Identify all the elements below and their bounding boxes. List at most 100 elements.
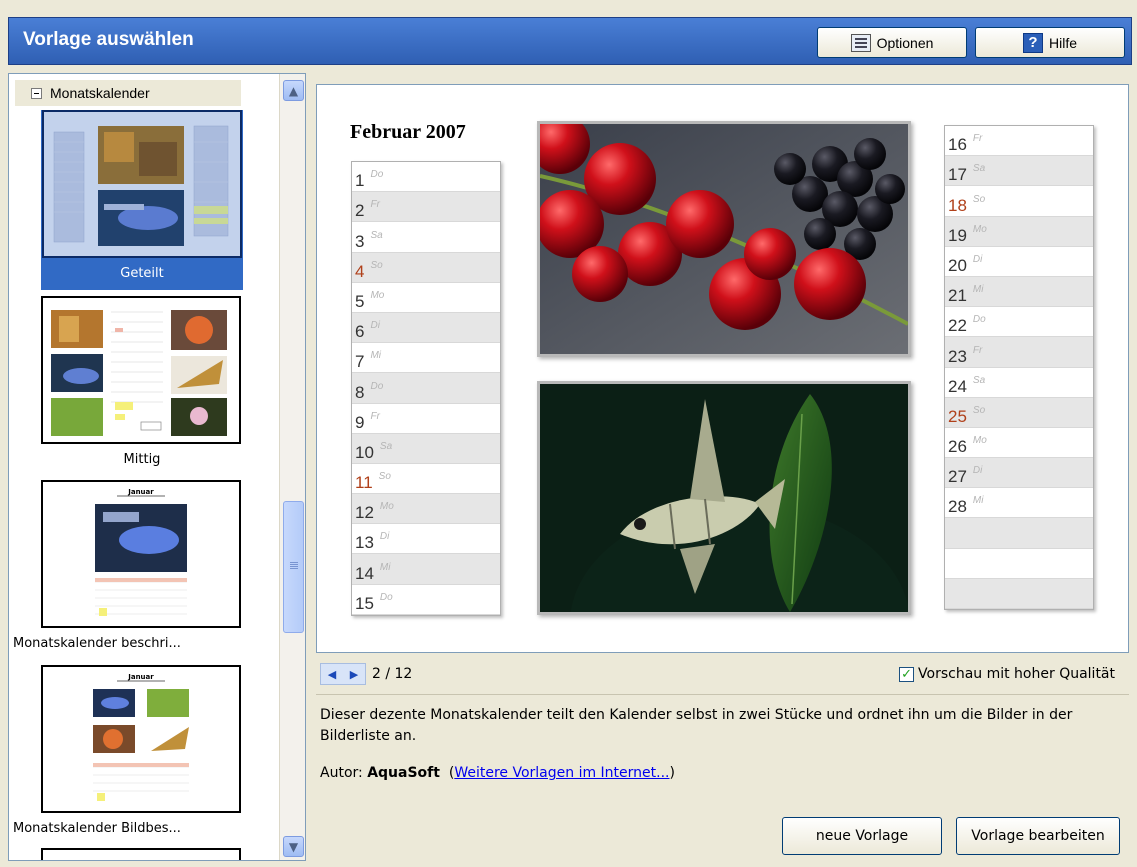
tree-group-header[interactable]: Monatskalender	[15, 80, 241, 106]
day-weekday: Mi	[972, 495, 984, 507]
day-weekday: Sa	[379, 440, 393, 452]
day-weekday: Di	[972, 253, 983, 265]
day-number: 11	[355, 473, 373, 493]
day-weekday: Do	[370, 169, 384, 181]
day-number: 28	[948, 497, 967, 517]
template-item-next[interactable]	[41, 848, 243, 860]
day-number: 24	[948, 376, 967, 396]
calendar-day-row: 14 Mi	[352, 554, 500, 585]
template-label: Monatskalender Bildbes...	[13, 821, 181, 836]
calendar-day-row: 1 Do	[352, 162, 500, 193]
calendar-day-row	[945, 578, 1093, 609]
calendar-day-row: 9 Fr	[352, 404, 500, 434]
day-number: 5	[355, 291, 365, 311]
day-weekday: Fr	[370, 199, 380, 211]
dialog-title: Vorlage auswählen	[23, 29, 194, 50]
template-item-monatskalender-bildbeschriftung[interactable]: Januar Monatskalender Bildbes...	[13, 665, 243, 845]
author-prefix: Autor:	[320, 765, 363, 781]
calendar-day-row: 20 Di	[945, 247, 1093, 277]
thumbnail-month: Januar	[127, 673, 154, 681]
options-button[interactable]: Optionen	[817, 27, 967, 58]
calendar-day-row	[945, 518, 1093, 549]
calendar-day-row: 11 So	[352, 464, 500, 495]
dialog-header: Vorlage auswählen Optionen ? Hilfe	[8, 17, 1132, 65]
template-item-mittig[interactable]: Mittig	[41, 296, 243, 476]
day-weekday: Mo	[972, 435, 987, 447]
calendar-day-row: 24 Sa	[945, 368, 1093, 398]
day-weekday: Mi	[972, 284, 984, 296]
day-number: 25	[948, 406, 967, 426]
template-thumbnail	[41, 848, 241, 860]
template-label: Monatskalender beschri...	[13, 636, 181, 651]
calendar-day-row: 16 Fr	[945, 126, 1093, 157]
day-number: 3	[355, 231, 365, 251]
day-number: 7	[355, 352, 365, 372]
day-weekday: So	[370, 259, 383, 271]
prev-page-icon[interactable]: ◀	[328, 668, 336, 681]
list-scrollbar[interactable]: ▲ ▼	[279, 74, 305, 860]
thumbnail-month: Januar	[127, 488, 154, 496]
template-label: Geteilt	[120, 266, 164, 281]
author-line: Autor: AquaSoft (Weitere Vorlagen im Int…	[320, 765, 675, 781]
day-weekday: Mo	[972, 223, 987, 235]
calendar-title: Februar 2007	[350, 121, 466, 143]
day-number: 26	[948, 437, 967, 457]
day-number: 16	[948, 135, 967, 155]
day-number: 17	[948, 165, 967, 185]
calendar-day-row: 25 So	[945, 397, 1093, 428]
calendar-day-row: 27 Di	[945, 458, 1093, 489]
template-description: Dieser dezente Monatskalender teilt den …	[316, 694, 1129, 810]
day-weekday: Do	[379, 591, 393, 603]
calendar-day-row: 17 Sa	[945, 156, 1093, 187]
day-weekday: Mi	[370, 350, 382, 362]
calendar-column-left: 1 Do 2 Fr 3 Sa 4 So 5 Mo 6 Di 7 Mi 8 Do 9 Fr 10 Sa 11 So 12 Mo 1…	[351, 161, 501, 616]
help-icon: ?	[1022, 32, 1043, 53]
day-weekday: Di	[379, 531, 390, 543]
calendar-day-row: 18 So	[945, 186, 1093, 217]
scroll-down-icon[interactable]: ▼	[283, 836, 304, 857]
calendar-preview: Februar 2007 1 Do 2 Fr 3 Sa 4 So 5 Mo 6 Di 7 Mi 8 Do 9 Fr…	[316, 84, 1129, 653]
calendar-day-row: 19 Mo	[945, 216, 1093, 247]
calendar-day-row: 21 Mi	[945, 276, 1093, 308]
template-item-monatskalender-beschriftet[interactable]: Januar Monatskalender beschri...	[13, 480, 243, 660]
scroll-thumb[interactable]	[283, 501, 304, 633]
day-weekday: Mo	[379, 501, 394, 513]
new-template-button[interactable]: neue Vorlage	[782, 817, 942, 855]
options-label: Optionen	[876, 34, 934, 51]
day-weekday: Di	[972, 465, 983, 477]
template-item-geteilt[interactable]: Geteilt	[41, 110, 243, 290]
more-templates-link[interactable]: Weitere Vorlagen im Internet...	[454, 765, 669, 781]
calendar-day-row: 28 Mi	[945, 488, 1093, 519]
high-quality-toggle[interactable]: ✓ Vorschau mit hoher Qualität	[899, 666, 1115, 682]
hq-checkbox[interactable]: ✓	[899, 666, 915, 682]
day-number: 15	[355, 593, 374, 613]
help-button[interactable]: ? Hilfe	[975, 27, 1125, 58]
fish-image	[540, 384, 908, 612]
day-number: 18	[948, 195, 967, 215]
day-weekday: Fr	[972, 344, 983, 356]
template-list[interactable]: Monatskalender Geteilt Mittig Januar Mon…	[8, 73, 306, 861]
template-thumbnail: Januar	[41, 480, 241, 628]
day-weekday: Do	[972, 314, 986, 326]
day-number: 23	[948, 346, 967, 366]
day-number: 27	[948, 467, 967, 487]
template-thumbnail	[42, 110, 242, 258]
page-indicator: 2 / 12	[372, 666, 413, 682]
photo-fish	[537, 381, 911, 615]
collapse-icon[interactable]	[31, 87, 42, 99]
day-weekday: So	[378, 471, 391, 483]
thumbnail-preview	[43, 298, 239, 442]
calendar-day-row: 3 Sa	[352, 222, 500, 253]
edit-template-button[interactable]: Vorlage bearbeiten	[956, 817, 1120, 855]
next-page-icon[interactable]: ▶	[350, 668, 358, 681]
scroll-up-icon[interactable]: ▲	[283, 80, 304, 101]
day-weekday: So	[972, 404, 986, 416]
calendar-day-row: 26 Mo	[945, 428, 1093, 459]
day-number: 4	[355, 261, 365, 281]
calendar-day-row: 12 Mo	[352, 494, 500, 525]
day-weekday: Mo	[370, 289, 385, 301]
day-weekday: So	[972, 193, 986, 205]
preview-navigation: ◀ ▶ 2 / 12 ✓ Vorschau mit hoher Qualität	[316, 657, 1129, 693]
template-label: Mittig	[123, 452, 161, 467]
thumbnail-preview: Januar	[43, 667, 239, 811]
